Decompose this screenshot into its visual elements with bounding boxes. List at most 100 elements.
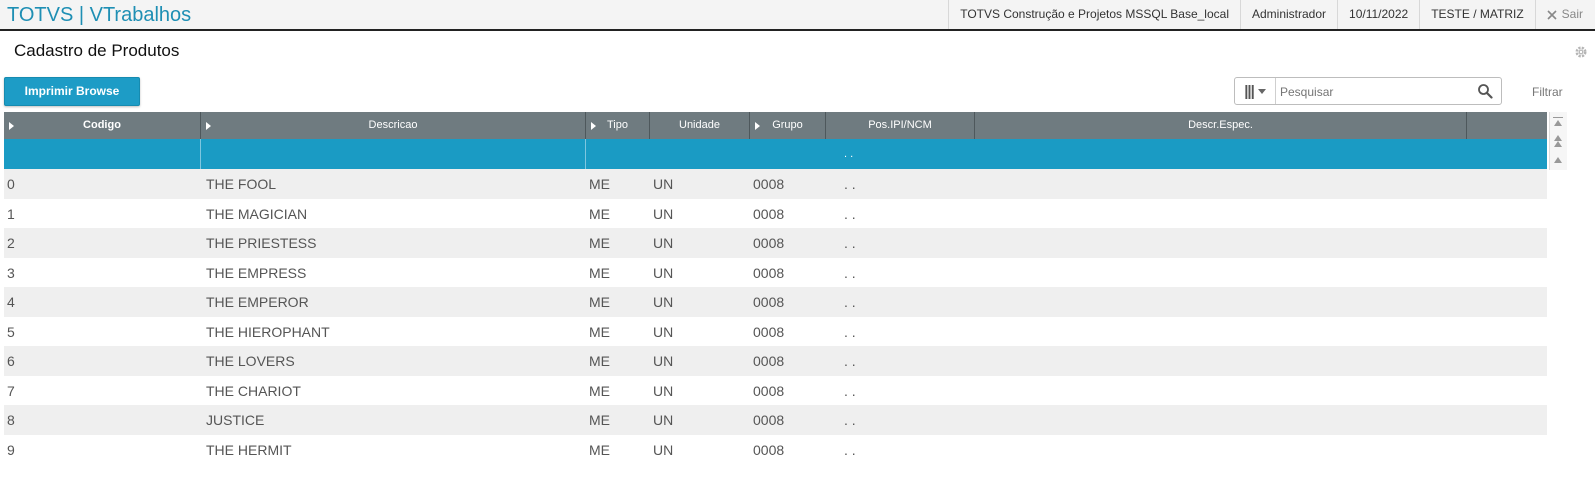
table-row[interactable]: 8 JUSTICE ME UN 0008 . . [4,405,1547,435]
cell-tipo: ME [589,323,610,340]
vertical-scrollbar[interactable] [1549,112,1567,170]
date-label[interactable]: 10/11/2022 [1337,0,1419,29]
search-box: ||| [1234,77,1502,105]
filter-link[interactable]: Filtrar [1532,85,1563,99]
col-unidade-label: Unidade [679,119,720,131]
cell-unidade: UN [653,382,674,399]
col-grupo[interactable]: Grupo [750,112,826,139]
cell-grupo: 0008 [753,235,785,251]
sort-arrow-icon [755,122,760,130]
table-row[interactable]: 4 THE EMPEROR ME UN 0008 . . [4,287,1547,317]
print-browse-button[interactable]: Imprimir Browse [4,77,140,106]
cell-unidade: UN [653,205,674,222]
chevron-down-icon [1257,88,1266,94]
cell-grupo: 0008 [753,264,785,281]
cell-codigo: 0 [7,176,15,192]
exit-button[interactable]: Sair [1534,0,1595,29]
cell-unidade: UN [653,412,674,428]
cell-unidade: UN [653,353,674,369]
table-row[interactable]: 7 THE CHARIOT ME UN 0008 . . [4,376,1547,406]
cell-descricao: THE EMPRESS [206,264,307,281]
cell-descricao: THE HIEROPHANT [206,323,330,340]
grid-body: 0 THE FOOL ME UN 0008 . . 1 THE MAGICIAN… [4,169,1547,464]
session-info: TOTVS Construção e Projetos MSSQL Base_l… [948,0,1595,29]
cell-tipo: ME [589,382,610,399]
column-selector[interactable]: ||| [1235,78,1276,104]
cell-descricao: THE HERMIT [206,441,292,458]
cell-unidade: UN [653,264,674,281]
table-row[interactable]: 6 THE LOVERS ME UN 0008 . . [4,346,1547,376]
cell-descricao: THE FOOL [206,176,277,192]
cell-pos-ipi: . . [844,294,856,310]
cell-codigo: 2 [7,235,15,251]
selected-row-pos-ipi: . . [844,148,854,160]
cell-codigo: 4 [7,294,15,310]
grid-header: Codigo Descricao Tipo Unidade Grupo Pos.… [4,112,1547,139]
user-label[interactable]: Administrador [1240,0,1337,29]
col-pos-ipi-label: Pos.IPI/NCM [868,119,932,131]
search-icon[interactable] [1477,83,1493,99]
row-divider [200,139,201,169]
col-descr-espec[interactable]: Descr.Espec. [975,112,1467,139]
table-row[interactable]: 5 THE HIEROPHANT ME UN 0008 . . [4,317,1547,347]
col-codigo-label: Codigo [83,119,121,131]
cell-pos-ipi: . . [844,412,856,428]
sort-arrow-icon [9,122,14,130]
cell-pos-ipi: . . [844,323,856,340]
cell-pos-ipi: . . [844,353,856,369]
col-grupo-label: Grupo [772,119,803,131]
app-title: TOTVS | VTrabalhos [7,4,192,26]
table-row[interactable]: 2 THE PRIESTESS ME UN 0008 . . [4,228,1547,258]
company-label[interactable]: TOTVS Construção e Projetos MSSQL Base_l… [948,0,1240,29]
col-descr-espec-label: Descr.Espec. [1188,119,1253,131]
scroll-top-icon[interactable] [1554,120,1562,126]
cell-codigo: 3 [7,264,15,281]
table-row[interactable]: 0 THE FOOL ME UN 0008 . . [4,169,1547,199]
cell-tipo: ME [589,205,610,222]
cell-codigo: 9 [7,441,15,458]
cell-pos-ipi: . . [844,235,856,251]
cell-unidade: UN [653,235,674,251]
col-codigo[interactable]: Codigo [4,112,201,139]
cell-codigo: 5 [7,323,15,340]
col-pos-ipi[interactable]: Pos.IPI/NCM [826,112,975,139]
branch-label[interactable]: TESTE / MATRIZ [1419,0,1534,29]
col-descricao[interactable]: Descricao [201,112,586,139]
cell-pos-ipi: . . [844,441,856,458]
cell-pos-ipi: . . [844,382,856,399]
cell-codigo: 6 [7,353,15,369]
scroll-up-icon[interactable] [1554,157,1562,163]
cell-grupo: 0008 [753,205,785,222]
columns-icon: ||| [1244,82,1255,100]
col-tipo[interactable]: Tipo [586,112,650,139]
scroll-top-line-icon [1553,117,1563,118]
sort-arrow-icon [591,122,596,130]
cell-grupo: 0008 [753,323,785,340]
cell-codigo: 8 [7,412,15,428]
cell-unidade: UN [653,294,674,310]
col-tipo-label: Tipo [607,119,628,131]
cell-tipo: ME [589,176,610,192]
cell-tipo: ME [589,235,610,251]
scroll-page-up-icon [1554,141,1562,147]
selected-row[interactable]: . . [4,139,1547,169]
col-descricao-label: Descricao [368,119,418,131]
cell-tipo: ME [589,441,610,458]
cell-descricao: THE MAGICIAN [206,205,308,222]
table-row[interactable]: 3 THE EMPRESS ME UN 0008 . . [4,258,1547,288]
cell-descricao: THE LOVERS [206,353,295,369]
table-row[interactable]: 1 THE MAGICIAN ME UN 0008 . . [4,199,1547,229]
search-input[interactable] [1278,81,1472,103]
cell-descricao: THE PRIESTESS [206,235,317,251]
gear-icon[interactable] [1573,44,1589,60]
cell-tipo: ME [589,294,610,310]
cell-tipo: ME [589,264,610,281]
cell-unidade: UN [653,323,674,340]
cell-codigo: 7 [7,382,15,399]
col-unidade[interactable]: Unidade [650,112,750,139]
table-row[interactable]: 9 THE HERMIT ME UN 0008 . . [4,435,1547,465]
top-bar: TOTVS | VTrabalhos TOTVS Construção e Pr… [0,0,1595,31]
cell-tipo: ME [589,412,610,428]
close-icon [1547,9,1557,20]
row-divider [585,139,586,169]
